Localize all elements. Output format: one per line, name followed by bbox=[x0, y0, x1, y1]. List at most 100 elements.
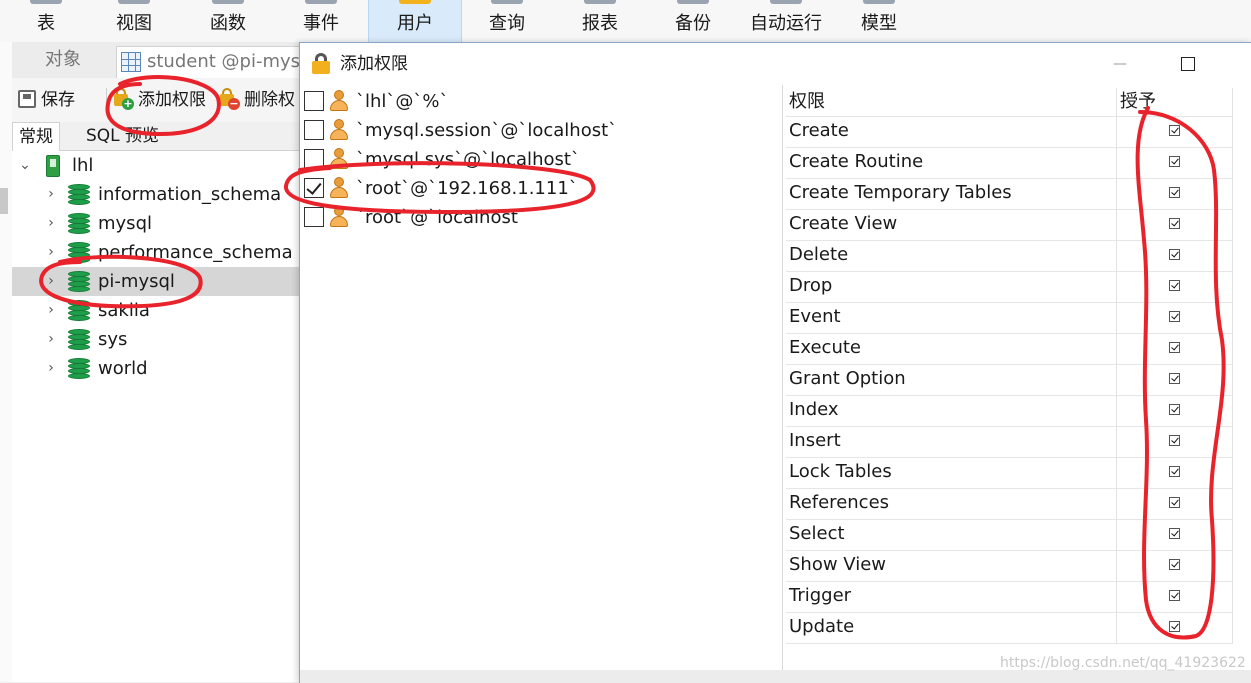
tree-db-item[interactable]: › sakila bbox=[12, 296, 302, 325]
ribbon-report[interactable]: 报表 bbox=[554, 0, 646, 42]
grant-checkbox[interactable] bbox=[1169, 497, 1180, 508]
grant-checkbox[interactable] bbox=[1169, 342, 1180, 353]
add-privilege-button[interactable]: + 添加权限 bbox=[112, 86, 206, 114]
watermark-text: https://blog.csdn.net/qq_41923622 bbox=[1000, 655, 1246, 671]
tab-objects[interactable]: 对象 bbox=[12, 42, 114, 78]
tab-student-label: student @pi-mysql bbox=[147, 51, 308, 72]
ribbon-event[interactable]: 事件 bbox=[275, 0, 367, 42]
privilege-name: Index bbox=[789, 399, 839, 420]
ribbon-query[interactable]: 查询 bbox=[461, 0, 553, 42]
user-list-item[interactable]: `mysql.sys`@`localhost` bbox=[300, 145, 782, 174]
grant-checkbox[interactable] bbox=[1169, 187, 1180, 198]
ribbon-user[interactable]: 用户 bbox=[368, 0, 462, 42]
grant-checkbox[interactable] bbox=[1169, 249, 1180, 260]
chevron-down-icon[interactable]: ⌄ bbox=[18, 151, 32, 180]
tab-general[interactable]: 常规 bbox=[12, 122, 60, 151]
tree-db-label: information_schema bbox=[98, 184, 282, 205]
tree-db-item[interactable]: › sys bbox=[12, 325, 302, 354]
privilege-name: Create Routine bbox=[789, 151, 924, 172]
grant-checkbox[interactable] bbox=[1169, 621, 1180, 632]
user-checkbox[interactable] bbox=[304, 149, 324, 169]
grant-checkbox[interactable] bbox=[1169, 590, 1180, 601]
chevron-right-icon[interactable]: › bbox=[44, 354, 58, 383]
grant-checkbox[interactable] bbox=[1169, 311, 1180, 322]
ribbon-function[interactable]: 函数 bbox=[182, 0, 274, 42]
user-icon bbox=[399, 0, 431, 4]
grant-checkbox[interactable] bbox=[1169, 125, 1180, 136]
ribbon-backup[interactable]: 备份 bbox=[647, 0, 739, 42]
privilege-name: Show View bbox=[789, 554, 887, 575]
chevron-right-icon[interactable]: › bbox=[44, 325, 58, 354]
privilege-name: Lock Tables bbox=[789, 461, 892, 482]
chevron-right-icon[interactable]: › bbox=[44, 267, 58, 296]
user-icon bbox=[329, 119, 349, 141]
database-icon bbox=[68, 271, 90, 293]
user-list-item[interactable]: `mysql.session`@`localhost` bbox=[300, 116, 782, 145]
privilege-row: Show View bbox=[786, 550, 1232, 582]
user-icon bbox=[329, 90, 349, 112]
tree-db-item[interactable]: › world bbox=[12, 354, 302, 383]
user-checkbox[interactable] bbox=[304, 91, 324, 111]
grant-checkbox[interactable] bbox=[1169, 435, 1180, 446]
grant-checkbox[interactable] bbox=[1169, 156, 1180, 167]
dialog-titlebar[interactable]: 添加权限 — bbox=[300, 43, 1251, 85]
tab-sql-preview[interactable]: SQL 预览 bbox=[80, 122, 165, 150]
tree-db-label: pi-mysql bbox=[98, 271, 175, 292]
ribbon-automation[interactable]: 自动运行 bbox=[740, 0, 832, 42]
database-icon bbox=[68, 358, 90, 380]
tab-student[interactable]: student @pi-mysql bbox=[116, 46, 308, 79]
chevron-right-icon[interactable]: › bbox=[44, 180, 58, 209]
minimize-button[interactable]: — bbox=[1112, 57, 1128, 71]
tab-bar: 对象 student @pi-mysql bbox=[12, 42, 308, 79]
table-icon bbox=[30, 0, 62, 4]
privilege-name: Drop bbox=[789, 275, 833, 296]
grant-checkbox[interactable] bbox=[1169, 373, 1180, 384]
tree-db-item-selected[interactable]: › pi-mysql bbox=[12, 267, 302, 296]
delete-privilege-button[interactable]: − 删除权 bbox=[218, 86, 295, 114]
user-label: `root`@`localhost` bbox=[356, 207, 527, 228]
privilege-row: Insert bbox=[786, 426, 1232, 458]
grant-checkbox[interactable] bbox=[1169, 404, 1180, 415]
privilege-row: Create Temporary Tables bbox=[786, 178, 1232, 210]
save-button[interactable]: 保存 bbox=[18, 86, 75, 114]
lock-icon bbox=[310, 53, 332, 75]
tree-root-connection[interactable]: ⌄ lhl bbox=[12, 151, 302, 180]
chevron-right-icon[interactable]: › bbox=[44, 296, 58, 325]
user-checkbox[interactable] bbox=[304, 120, 324, 140]
maximize-button[interactable] bbox=[1181, 57, 1195, 71]
grant-checkbox[interactable] bbox=[1169, 559, 1180, 570]
privilege-row: Event bbox=[786, 302, 1232, 334]
privilege-row: Update bbox=[786, 612, 1232, 644]
grant-checkbox[interactable] bbox=[1169, 280, 1180, 291]
privilege-name: Update bbox=[789, 616, 855, 637]
ribbon-view[interactable]: 视图 bbox=[88, 0, 180, 42]
privilege-grid: 权限 授予 Create Create Routine Create Tempo… bbox=[786, 88, 1233, 672]
chevron-right-icon[interactable]: › bbox=[44, 209, 58, 238]
automation-icon bbox=[770, 0, 802, 4]
tree-db-item[interactable]: › mysql bbox=[12, 209, 302, 238]
tree-db-label: world bbox=[98, 358, 148, 379]
tree-db-item[interactable]: › performance_schema bbox=[12, 238, 302, 267]
tree-db-item[interactable]: › information_schema bbox=[12, 180, 302, 209]
grant-checkbox[interactable] bbox=[1169, 218, 1180, 229]
user-checkbox[interactable] bbox=[304, 207, 324, 227]
privilege-row: Grant Option bbox=[786, 364, 1232, 396]
grant-checkbox[interactable] bbox=[1169, 466, 1180, 477]
user-list-item-selected[interactable]: `root`@`192.168.1.111` bbox=[300, 174, 782, 203]
ribbon-table[interactable]: 表 bbox=[0, 0, 92, 42]
privilege-row: Index bbox=[786, 395, 1232, 427]
user-list-item[interactable]: `lhl`@`%` bbox=[300, 87, 782, 116]
connection-pane-selection bbox=[0, 188, 8, 214]
save-label: 保存 bbox=[41, 90, 75, 110]
privilege-column-header[interactable]: 权限 bbox=[789, 88, 825, 116]
backup-icon bbox=[677, 0, 709, 4]
add-privilege-icon: + bbox=[112, 87, 134, 110]
tree-db-label: mysql bbox=[98, 213, 152, 234]
grant-checkbox[interactable] bbox=[1169, 528, 1180, 539]
function-icon bbox=[212, 0, 244, 4]
chevron-right-icon[interactable]: › bbox=[44, 238, 58, 267]
ribbon-model[interactable]: 模型 bbox=[833, 0, 925, 42]
user-checkbox[interactable] bbox=[304, 178, 324, 198]
user-list-item[interactable]: `root`@`localhost` bbox=[300, 203, 782, 232]
grant-column-header[interactable]: 授予 bbox=[1120, 88, 1156, 116]
